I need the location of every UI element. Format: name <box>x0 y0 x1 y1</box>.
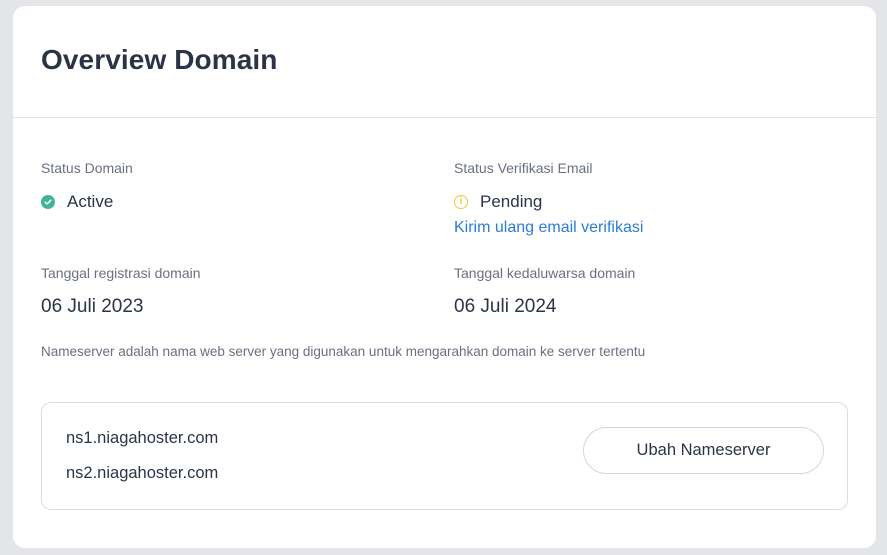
status-domain-label: Status Domain <box>41 160 133 176</box>
page-title: Overview Domain <box>41 44 278 75</box>
status-domain-value: Active <box>41 192 113 212</box>
card-header: Overview Domain <box>13 6 876 118</box>
info-circle-icon: i <box>454 195 468 209</box>
nameserver-description: Nameserver adalah nama web server yang d… <box>41 344 646 359</box>
expiry-date-value: 06 Juli 2024 <box>454 296 557 317</box>
change-nameserver-button[interactable]: Ubah Nameserver <box>583 427 824 474</box>
nameserver-item-1: ns1.niagahoster.com <box>66 429 219 447</box>
status-domain-text: Active <box>67 192 114 211</box>
status-email-text: Pending <box>480 192 543 211</box>
expiry-date-label: Tanggal kedaluwarsa domain <box>454 265 636 281</box>
status-email-label: Status Verifikasi Email <box>454 160 593 176</box>
check-circle-icon <box>41 195 55 209</box>
registration-date-label: Tanggal registrasi domain <box>41 265 201 281</box>
domain-overview-card: Overview Domain Status Domain Active Sta… <box>13 6 876 548</box>
resend-verification-link[interactable]: Kirim ulang email verifikasi <box>454 219 643 237</box>
nameserver-panel: ns1.niagahoster.com ns2.niagahoster.com … <box>41 402 848 510</box>
nameserver-item-2: ns2.niagahoster.com <box>66 464 219 482</box>
registration-date-value: 06 Juli 2023 <box>41 296 144 317</box>
status-email-value: i Pending <box>454 192 542 212</box>
